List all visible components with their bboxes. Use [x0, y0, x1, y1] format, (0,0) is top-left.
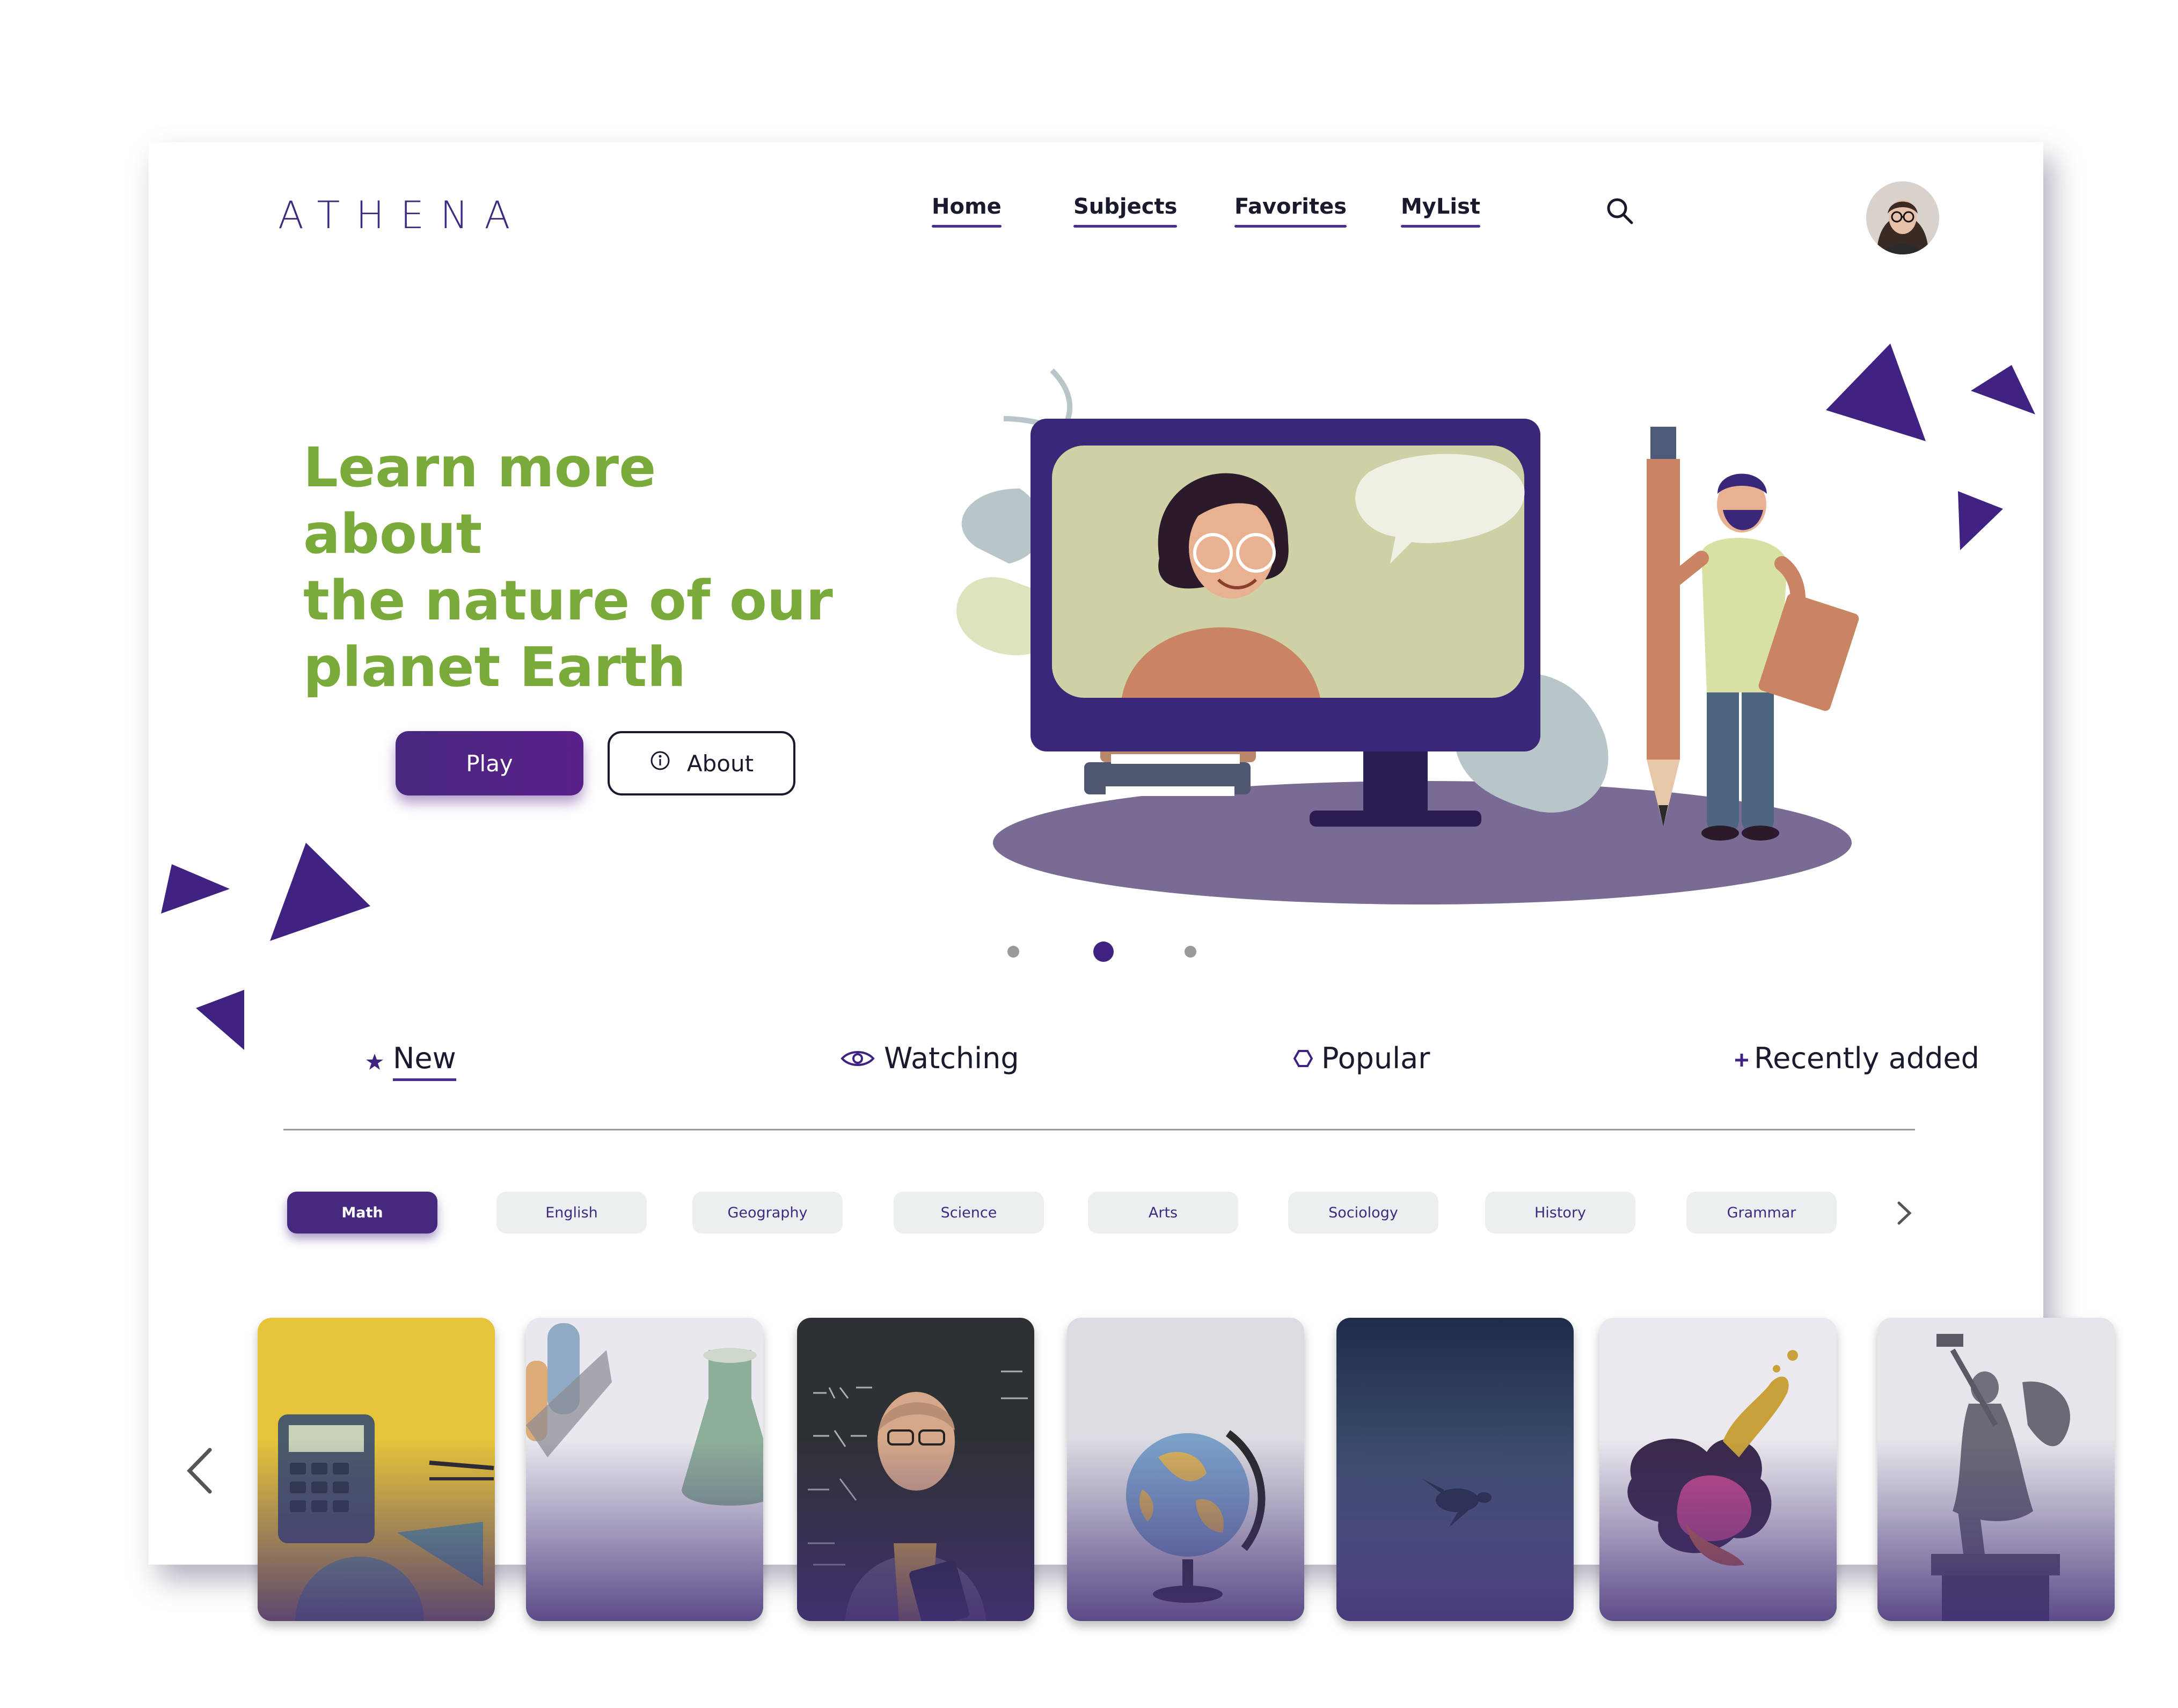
chip-math[interactable]: Math — [287, 1192, 437, 1233]
chip-geography[interactable]: Geography — [692, 1192, 843, 1233]
tab-new-label: New — [393, 1041, 456, 1081]
hero-title-line-3: planet Earth — [303, 636, 686, 699]
tab-popular[interactable]: Popular — [1293, 1041, 1430, 1075]
chevron-left-icon[interactable] — [185, 1447, 214, 1498]
tabs-divider — [283, 1129, 1915, 1130]
card-gradient — [1599, 1439, 1837, 1621]
nav-favorites[interactable]: Favorites — [1234, 194, 1347, 228]
tab-watching[interactable]: Watching — [840, 1041, 1019, 1075]
hero-title-line-2: the nature of our — [303, 569, 833, 633]
play-button[interactable]: Play — [396, 731, 583, 795]
course-card-history[interactable] — [1877, 1318, 2115, 1621]
course-card-science[interactable] — [526, 1318, 763, 1621]
hero-title-line-1: Learn more about — [303, 436, 656, 566]
chip-sociology[interactable]: Sociology — [1288, 1192, 1438, 1233]
hero-illustration — [956, 368, 1859, 904]
card-gradient — [258, 1439, 495, 1621]
avatar[interactable] — [1866, 181, 1939, 254]
search-icon[interactable] — [1605, 196, 1635, 229]
tab-recently-added-label: Recently added — [1754, 1041, 1979, 1075]
tab-watching-label: Watching — [884, 1041, 1019, 1075]
card-gradient — [1336, 1439, 1574, 1621]
card-gradient — [526, 1439, 763, 1621]
brand-logo[interactable]: ATHENA — [278, 193, 526, 237]
play-button-label: Play — [466, 750, 513, 777]
info-icon — [649, 750, 671, 777]
chip-grammar[interactable]: Grammar — [1686, 1192, 1837, 1233]
card-gradient — [797, 1439, 1034, 1621]
tab-popular-label: Popular — [1321, 1041, 1430, 1075]
carousel-dot-3[interactable] — [1185, 946, 1196, 958]
eye-icon — [840, 1041, 875, 1075]
card-gradient — [1067, 1439, 1304, 1621]
chip-history[interactable]: History — [1485, 1192, 1635, 1233]
course-card-geography[interactable] — [1067, 1318, 1304, 1621]
about-button-label: About — [686, 750, 754, 777]
plus-icon — [1734, 1041, 1750, 1075]
course-card-teacher[interactable] — [797, 1318, 1034, 1621]
about-button[interactable]: About — [608, 731, 795, 795]
course-card-math[interactable] — [258, 1318, 495, 1621]
tab-new[interactable]: New — [365, 1041, 456, 1081]
hexagon-icon — [1293, 1041, 1313, 1075]
chip-arts[interactable]: Arts — [1088, 1192, 1238, 1233]
nav-subjects[interactable]: Subjects — [1073, 194, 1178, 228]
chevron-right-icon[interactable] — [1895, 1200, 1914, 1229]
hero-title: Learn more about the nature of our plane… — [303, 435, 840, 701]
star-icon — [365, 1045, 384, 1078]
chip-science[interactable]: Science — [894, 1192, 1044, 1233]
chip-english[interactable]: English — [496, 1192, 647, 1233]
card-gradient — [1877, 1439, 2115, 1621]
carousel-dot-1[interactable] — [1007, 946, 1019, 958]
nav-home[interactable]: Home — [932, 194, 1002, 228]
course-card-ocean[interactable] — [1336, 1318, 1574, 1621]
course-card-arts[interactable] — [1599, 1318, 1837, 1621]
carousel-dot-2[interactable] — [1093, 941, 1114, 962]
nav-mylist[interactable]: MyList — [1401, 194, 1481, 228]
tab-recently-added[interactable]: Recently added — [1734, 1041, 1979, 1075]
